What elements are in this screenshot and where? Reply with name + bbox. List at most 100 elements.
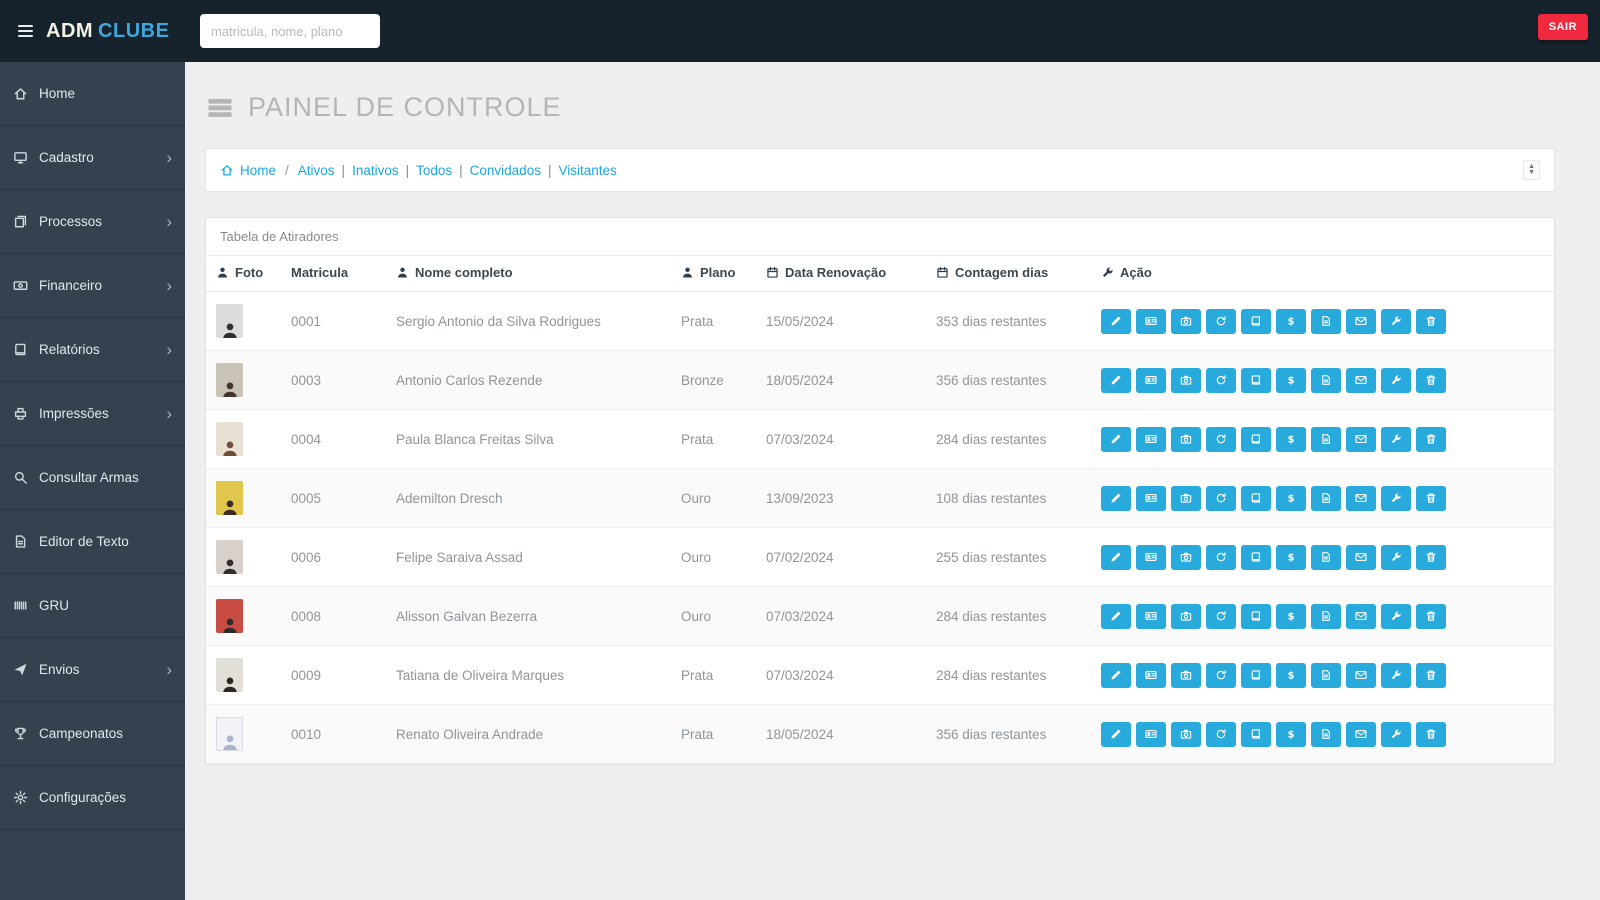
sidebar-item-configuracoes[interactable]: Configurações — [0, 766, 185, 830]
sidebar-item-cadastro[interactable]: Cadastro› — [0, 126, 185, 190]
payment-action-button[interactable]: $ — [1276, 604, 1306, 629]
edit-action-button[interactable] — [1101, 427, 1131, 452]
document-action-button[interactable] — [1311, 486, 1341, 511]
tools-action-button[interactable] — [1381, 604, 1411, 629]
records-action-button[interactable] — [1241, 486, 1271, 511]
member-photo[interactable] — [216, 717, 243, 751]
edit-action-button[interactable] — [1101, 486, 1131, 511]
member-photo[interactable] — [216, 658, 243, 692]
edit-action-button[interactable] — [1101, 309, 1131, 334]
member-photo[interactable] — [216, 304, 243, 338]
records-action-button[interactable] — [1241, 663, 1271, 688]
column-header-data-renovacao[interactable]: Data Renovação — [756, 256, 926, 292]
search-input[interactable] — [200, 14, 380, 48]
document-action-button[interactable] — [1311, 368, 1341, 393]
breadcrumb-link-todos[interactable]: Todos — [416, 163, 452, 178]
renew-action-button[interactable] — [1206, 663, 1236, 688]
edit-action-button[interactable] — [1101, 663, 1131, 688]
delete-action-button[interactable] — [1416, 545, 1446, 570]
id-card-action-button[interactable] — [1136, 663, 1166, 688]
renew-action-button[interactable] — [1206, 604, 1236, 629]
breadcrumb-link-visitantes[interactable]: Visitantes — [558, 163, 616, 178]
message-action-button[interactable] — [1346, 427, 1376, 452]
sidebar-item-envios[interactable]: Envios› — [0, 638, 185, 702]
payment-action-button[interactable]: $ — [1276, 722, 1306, 747]
renew-action-button[interactable] — [1206, 309, 1236, 334]
sidebar-item-home[interactable]: Home — [0, 62, 185, 126]
member-photo[interactable] — [216, 599, 243, 633]
photo-action-button[interactable] — [1171, 663, 1201, 688]
sidebar-item-campeonatos[interactable]: Campeonatos — [0, 702, 185, 766]
tools-action-button[interactable] — [1381, 663, 1411, 688]
records-action-button[interactable] — [1241, 309, 1271, 334]
sidebar-item-impressoes[interactable]: Impressões› — [0, 382, 185, 446]
member-photo[interactable] — [216, 422, 243, 456]
renew-action-button[interactable] — [1206, 368, 1236, 393]
photo-action-button[interactable] — [1171, 604, 1201, 629]
edit-action-button[interactable] — [1101, 604, 1131, 629]
tools-action-button[interactable] — [1381, 427, 1411, 452]
photo-action-button[interactable] — [1171, 722, 1201, 747]
renew-action-button[interactable] — [1206, 427, 1236, 452]
delete-action-button[interactable] — [1416, 663, 1446, 688]
breadcrumb-home-link[interactable]: Home — [220, 163, 276, 178]
photo-action-button[interactable] — [1171, 486, 1201, 511]
records-action-button[interactable] — [1241, 368, 1271, 393]
sidebar-item-relatorios[interactable]: Relatórios› — [0, 318, 185, 382]
document-action-button[interactable] — [1311, 722, 1341, 747]
document-action-button[interactable] — [1311, 427, 1341, 452]
message-action-button[interactable] — [1346, 604, 1376, 629]
message-action-button[interactable] — [1346, 663, 1376, 688]
document-action-button[interactable] — [1311, 604, 1341, 629]
records-action-button[interactable] — [1241, 722, 1271, 747]
column-header-plano[interactable]: Plano — [671, 256, 756, 292]
payment-action-button[interactable]: $ — [1276, 486, 1306, 511]
menu-toggle-icon[interactable] — [16, 21, 35, 41]
renew-action-button[interactable] — [1206, 486, 1236, 511]
delete-action-button[interactable] — [1416, 486, 1446, 511]
member-photo[interactable] — [216, 481, 243, 515]
sidebar-item-gru[interactable]: GRU — [0, 574, 185, 638]
tools-action-button[interactable] — [1381, 545, 1411, 570]
delete-action-button[interactable] — [1416, 722, 1446, 747]
id-card-action-button[interactable] — [1136, 545, 1166, 570]
breadcrumb-link-convidados[interactable]: Convidados — [470, 163, 541, 178]
payment-action-button[interactable]: $ — [1276, 427, 1306, 452]
tools-action-button[interactable] — [1381, 368, 1411, 393]
message-action-button[interactable] — [1346, 486, 1376, 511]
sidebar-item-financeiro[interactable]: Financeiro› — [0, 254, 185, 318]
delete-action-button[interactable] — [1416, 368, 1446, 393]
records-action-button[interactable] — [1241, 427, 1271, 452]
id-card-action-button[interactable] — [1136, 486, 1166, 511]
column-header-matricula[interactable]: Matricula — [281, 256, 386, 292]
breadcrumb-link-ativos[interactable]: Ativos — [298, 163, 335, 178]
tools-action-button[interactable] — [1381, 309, 1411, 334]
payment-action-button[interactable]: $ — [1276, 309, 1306, 334]
message-action-button[interactable] — [1346, 309, 1376, 334]
tools-action-button[interactable] — [1381, 722, 1411, 747]
tools-action-button[interactable] — [1381, 486, 1411, 511]
id-card-action-button[interactable] — [1136, 722, 1166, 747]
photo-action-button[interactable] — [1171, 427, 1201, 452]
member-photo[interactable] — [216, 363, 243, 397]
column-header-contagem-dias[interactable]: Contagem dias — [926, 256, 1091, 292]
id-card-action-button[interactable] — [1136, 368, 1166, 393]
id-card-action-button[interactable] — [1136, 427, 1166, 452]
message-action-button[interactable] — [1346, 545, 1376, 570]
document-action-button[interactable] — [1311, 309, 1341, 334]
records-action-button[interactable] — [1241, 604, 1271, 629]
scroll-control[interactable]: ▲▼ — [1523, 160, 1540, 180]
column-header-nome-completo[interactable]: Nome completo — [386, 256, 671, 292]
column-header-acao[interactable]: Ação — [1091, 256, 1554, 292]
delete-action-button[interactable] — [1416, 427, 1446, 452]
column-header-foto[interactable]: Foto — [206, 256, 281, 292]
message-action-button[interactable] — [1346, 722, 1376, 747]
logout-button[interactable]: SAIR — [1538, 14, 1588, 40]
document-action-button[interactable] — [1311, 545, 1341, 570]
photo-action-button[interactable] — [1171, 545, 1201, 570]
edit-action-button[interactable] — [1101, 722, 1131, 747]
payment-action-button[interactable]: $ — [1276, 368, 1306, 393]
records-action-button[interactable] — [1241, 545, 1271, 570]
photo-action-button[interactable] — [1171, 368, 1201, 393]
id-card-action-button[interactable] — [1136, 309, 1166, 334]
